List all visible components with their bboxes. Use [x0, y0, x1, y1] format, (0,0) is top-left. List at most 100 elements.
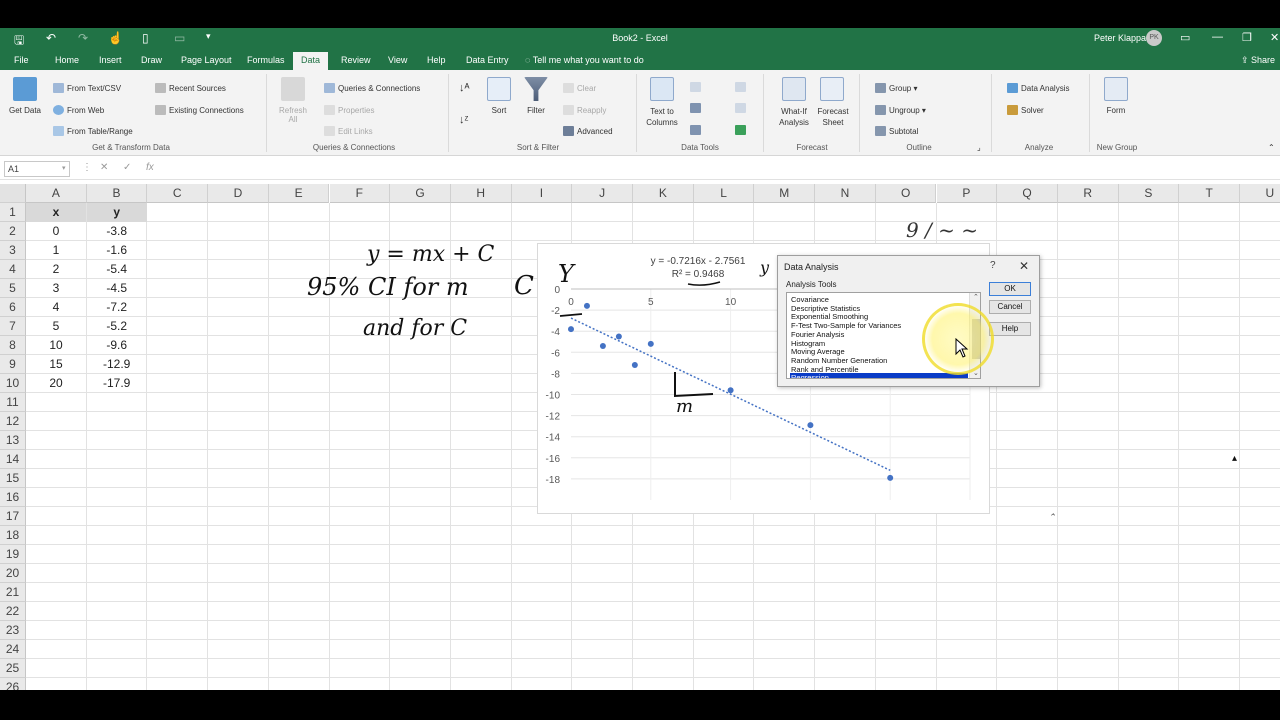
flash-fill-icon[interactable]: [690, 82, 701, 92]
tab-review[interactable]: Review: [341, 55, 371, 65]
row-header-6[interactable]: 6: [0, 298, 26, 317]
table-cell[interactable]: -3.8: [87, 222, 147, 241]
insert-function-icon[interactable]: fx: [146, 162, 154, 173]
scroll-up-icon[interactable]: ⌃: [973, 293, 979, 301]
row-header-15[interactable]: 15: [0, 469, 26, 488]
cancel-entry-icon[interactable]: ✕: [100, 162, 108, 173]
tell-me-search[interactable]: ◌ Tell me what you want to do: [525, 55, 644, 65]
tab-home[interactable]: Home: [55, 55, 79, 65]
user-name[interactable]: Peter Klappa: [1094, 33, 1146, 43]
table-cell[interactable]: 0: [26, 222, 86, 241]
list-item[interactable]: Covariance: [790, 295, 968, 304]
what-if-analysis-button[interactable]: What-If Analysis: [771, 106, 817, 128]
solver-button[interactable]: Solver: [1007, 105, 1044, 115]
close-window-icon[interactable]: ✕: [1270, 31, 1279, 44]
table-cell[interactable]: -7.2: [87, 298, 147, 317]
column-header-h[interactable]: H: [450, 184, 512, 203]
form-button[interactable]: Form: [1096, 106, 1136, 115]
header-cell-y[interactable]: y: [86, 203, 147, 222]
from-web-button[interactable]: From Web: [53, 105, 104, 115]
table-cell[interactable]: 4: [26, 298, 86, 317]
subtotal-button[interactable]: Subtotal: [875, 126, 918, 136]
table-cell[interactable]: 1: [26, 241, 86, 260]
name-box[interactable]: A1: [4, 161, 70, 177]
column-header-l[interactable]: L: [693, 184, 755, 203]
table-cell[interactable]: 20: [26, 374, 86, 393]
refresh-all-button[interactable]: Refresh All: [274, 106, 312, 124]
cancel-button[interactable]: Cancel: [989, 300, 1031, 314]
table-cell[interactable]: -12.9: [87, 355, 147, 374]
column-header-p[interactable]: P: [936, 184, 998, 203]
row-header-11[interactable]: 11: [0, 393, 26, 412]
sort-az-icon[interactable]: ↓ᴬ: [459, 82, 469, 94]
column-header-j[interactable]: J: [572, 184, 633, 203]
column-header-e[interactable]: E: [268, 184, 330, 203]
group-button[interactable]: Group ▾: [875, 83, 917, 93]
advanced-button[interactable]: Advanced: [563, 126, 613, 136]
text-to-columns-button[interactable]: Text to Columns: [640, 106, 684, 128]
sort-button[interactable]: Sort: [482, 106, 516, 115]
row-header-8[interactable]: 8: [0, 336, 26, 355]
dialog-launcher-icon[interactable]: ⌟: [977, 143, 981, 152]
column-header-i[interactable]: I: [511, 184, 573, 203]
table-cell[interactable]: 15: [26, 355, 86, 374]
column-header-s[interactable]: S: [1118, 184, 1180, 203]
row-header-16[interactable]: 16: [0, 488, 26, 507]
table-cell[interactable]: -5.4: [87, 260, 147, 279]
column-header-f[interactable]: F: [329, 184, 391, 203]
help-button[interactable]: Help: [989, 322, 1031, 336]
tab-draw[interactable]: Draw: [141, 55, 162, 65]
collapse-ribbon-icon[interactable]: ⌃: [1268, 143, 1275, 152]
column-header-r[interactable]: R: [1057, 184, 1119, 203]
row-header-13[interactable]: 13: [0, 431, 26, 450]
list-item[interactable]: Regression: [790, 373, 968, 378]
edit-links-button[interactable]: Edit Links: [324, 126, 373, 136]
column-header-u[interactable]: U: [1240, 184, 1280, 203]
row-header-1[interactable]: 1: [0, 203, 26, 222]
data-analysis-button[interactable]: Data Analysis: [1007, 83, 1069, 93]
filter-button[interactable]: Filter: [519, 106, 553, 115]
row-header-26[interactable]: 26: [0, 678, 26, 690]
column-header-m[interactable]: M: [754, 184, 816, 203]
row-header-20[interactable]: 20: [0, 564, 26, 583]
tab-help[interactable]: Help: [427, 55, 446, 65]
row-header-10[interactable]: 10: [0, 374, 26, 393]
row-header-22[interactable]: 22: [0, 602, 26, 621]
properties-button[interactable]: Properties: [324, 105, 374, 115]
row-header-25[interactable]: 25: [0, 659, 26, 678]
tab-formulas[interactable]: Formulas: [247, 55, 285, 65]
row-header-7[interactable]: 7: [0, 317, 26, 336]
table-cell[interactable]: -17.9: [87, 374, 147, 393]
column-header-t[interactable]: T: [1179, 184, 1240, 203]
sort-za-icon[interactable]: ↓ᶻ: [459, 114, 468, 126]
ok-button[interactable]: OK: [989, 282, 1031, 296]
recent-sources-button[interactable]: Recent Sources: [155, 83, 226, 93]
data-validation-icon[interactable]: [690, 125, 701, 135]
tab-page-layout[interactable]: Page Layout: [181, 55, 232, 65]
row-header-3[interactable]: 3: [0, 241, 26, 260]
ribbon-display-icon[interactable]: ▭: [1180, 31, 1190, 44]
avatar[interactable]: PK: [1146, 30, 1162, 46]
from-table-range-button[interactable]: From Table/Range: [53, 126, 133, 136]
row-header-17[interactable]: 17: [0, 507, 26, 526]
tab-insert[interactable]: Insert: [99, 55, 122, 65]
column-header-o[interactable]: O: [875, 184, 937, 203]
table-cell[interactable]: -1.6: [87, 241, 147, 260]
table-cell[interactable]: -5.2: [87, 317, 147, 336]
tab-data[interactable]: Data: [293, 52, 329, 70]
row-header-4[interactable]: 4: [0, 260, 26, 279]
row-header-5[interactable]: 5: [0, 279, 26, 298]
header-cell-x[interactable]: x: [26, 203, 86, 222]
relationships-icon[interactable]: [735, 103, 746, 113]
row-header-12[interactable]: 12: [0, 412, 26, 431]
confirm-entry-icon[interactable]: ✓: [123, 162, 131, 173]
column-header-q[interactable]: Q: [997, 184, 1058, 203]
row-header-14[interactable]: 14: [0, 450, 26, 469]
clear-button[interactable]: Clear: [563, 83, 596, 93]
tab-data-entry[interactable]: Data Entry: [466, 55, 509, 65]
tab-file[interactable]: File: [14, 55, 29, 65]
help-question-icon[interactable]: ?: [990, 260, 996, 271]
share-button[interactable]: ⇪ Share: [1241, 55, 1275, 66]
column-header-a[interactable]: A: [26, 184, 87, 203]
column-header-g[interactable]: G: [390, 184, 451, 203]
